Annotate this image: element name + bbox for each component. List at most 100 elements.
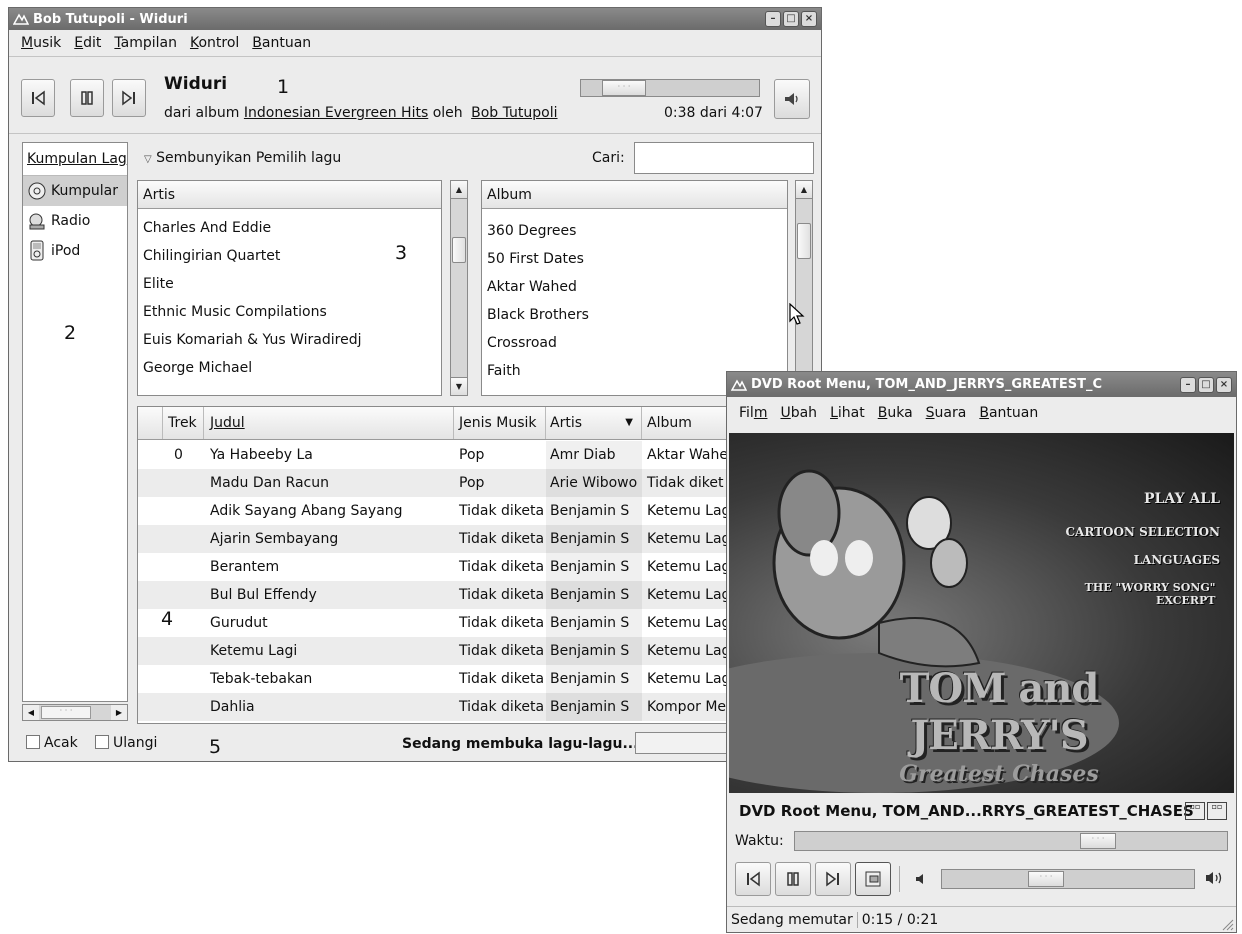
- dvd-menu-item[interactable]: THE "WORRY SONG" EXCERPT: [1065, 581, 1216, 607]
- video-next-button[interactable]: [815, 862, 851, 896]
- sidebar-hscroll[interactable]: ◀ · · · ▶: [22, 704, 128, 721]
- scroll-left-icon[interactable]: ◀: [23, 705, 39, 720]
- artist-scrollbar[interactable]: ▲ ▼: [450, 180, 468, 396]
- menu-item[interactable]: Musik: [21, 35, 61, 51]
- search-input[interactable]: [634, 142, 814, 174]
- album-column-header[interactable]: Album: [482, 181, 787, 209]
- column-title[interactable]: Judul: [204, 407, 454, 439]
- artist-scroll-thumb[interactable]: [452, 237, 466, 263]
- column-genre[interactable]: Jenis Musik: [454, 407, 546, 439]
- volume-button[interactable]: [774, 79, 810, 119]
- speaker-icon: [785, 93, 798, 105]
- menu-item[interactable]: Buka: [878, 405, 913, 421]
- scroll-up-icon[interactable]: ▲: [796, 181, 812, 199]
- window-title: Bob Tutupoli - Widuri: [33, 11, 188, 27]
- playlist-toggle-button[interactable]: [855, 862, 891, 896]
- album-link[interactable]: Indonesian Evergreen Hits: [244, 105, 428, 121]
- seek-slider[interactable]: · · ·: [580, 79, 760, 97]
- menu-mnemonic: L: [830, 405, 838, 421]
- album-row[interactable]: Aktar Wahed: [482, 273, 787, 301]
- hide-browser-label: Sembunyikan Pemilih lagu: [156, 150, 342, 166]
- checkbox-icon: [95, 735, 109, 749]
- artist-row[interactable]: Ethnic Music Compilations: [138, 298, 441, 326]
- video-seek-thumb[interactable]: · · ·: [1080, 833, 1116, 849]
- dvd-indicator-icon: ▫▫ ▫▫: [1185, 802, 1227, 820]
- sidebar-item-label: Kumpular: [51, 183, 118, 199]
- album-row[interactable]: 50 First Dates: [482, 245, 787, 273]
- minimize-icon[interactable]: –: [1180, 376, 1196, 393]
- menu-item[interactable]: Bantuan: [252, 35, 311, 51]
- column-track-no[interactable]: Trek: [162, 407, 204, 439]
- menu-item[interactable]: Lihat: [830, 405, 865, 421]
- artist-row[interactable]: Charles And Eddie: [138, 214, 441, 242]
- track-cell-artist: Benjamin S: [546, 553, 642, 581]
- repeat-label: Ulangi: [113, 735, 158, 751]
- hscroll-thumb[interactable]: · · ·: [41, 706, 91, 719]
- scroll-up-icon[interactable]: ▲: [451, 181, 467, 199]
- menu-item[interactable]: Edit: [74, 35, 101, 51]
- menu-item[interactable]: Ubah: [780, 405, 817, 421]
- close-icon[interactable]: ×: [1216, 376, 1232, 393]
- close-icon[interactable]: ×: [801, 11, 817, 27]
- sort-down-icon: ▼: [625, 417, 633, 428]
- track-cell-title: Ya Habeeby La: [210, 447, 313, 463]
- track-cell-genre: Tidak diketa: [459, 559, 545, 575]
- dvd-menu-item[interactable]: LANGUAGES: [1065, 553, 1220, 567]
- column-artist[interactable]: Artis ▼: [546, 407, 642, 439]
- ipod-icon: [30, 240, 44, 261]
- menu-item[interactable]: Bantuan: [979, 405, 1038, 421]
- seek-thumb[interactable]: · · ·: [602, 80, 646, 96]
- previous-button[interactable]: [21, 79, 55, 117]
- album-row[interactable]: Crossroad: [482, 329, 787, 357]
- scroll-right-icon[interactable]: ▶: [111, 705, 127, 720]
- video-previous-button[interactable]: [735, 862, 771, 896]
- menu-label: antuan: [261, 35, 312, 51]
- menu-label: uka: [887, 405, 913, 421]
- dvd-menu-item[interactable]: CARTOON SELECTION: [1065, 525, 1220, 539]
- scroll-down-icon[interactable]: ▼: [451, 377, 467, 395]
- maximize-icon[interactable]: □: [1198, 376, 1214, 393]
- hide-browser-toggle[interactable]: ▽ Sembunyikan Pemilih lagu: [144, 150, 341, 166]
- track-cell-artist: Amr Diab: [546, 441, 642, 469]
- menu-label: ihat: [837, 405, 865, 421]
- repeat-checkbox[interactable]: Ulangi: [95, 735, 157, 751]
- artist-column-header[interactable]: Artis: [138, 181, 441, 209]
- video-display[interactable]: PLAY ALL CARTOON SELECTION LANGUAGES THE "W…: [729, 433, 1234, 793]
- video-pause-button[interactable]: [775, 862, 811, 896]
- next-button[interactable]: [112, 79, 146, 117]
- shuffle-checkbox[interactable]: Acak: [26, 735, 78, 751]
- time-display: 0:38 dari 4:07: [664, 105, 763, 121]
- menu-item[interactable]: Tampilan: [114, 35, 177, 51]
- video-titlebar[interactable]: DVD Root Menu, TOM_AND_JERRYS_GREATEST_C…: [727, 372, 1236, 397]
- resize-grip-icon[interactable]: [1220, 917, 1234, 931]
- dvd-menu-item[interactable]: PLAY ALL: [1065, 491, 1220, 507]
- artist-row[interactable]: George Michael: [138, 354, 441, 382]
- volume-slider[interactable]: · · ·: [941, 869, 1195, 889]
- search-label: Cari:: [592, 150, 625, 166]
- album-row[interactable]: 360 Degrees: [482, 217, 787, 245]
- sidebar-item-radio[interactable]: Radio: [23, 206, 127, 236]
- volume-thumb[interactable]: · · ·: [1028, 871, 1064, 887]
- track-cell-genre: Tidak diketa: [459, 615, 545, 631]
- column-artist-label: Artis: [550, 415, 583, 431]
- sidebar-item-library[interactable]: Kumpular: [23, 176, 127, 206]
- video-seek-slider[interactable]: · · ·: [794, 831, 1228, 851]
- minimize-icon[interactable]: –: [765, 11, 781, 27]
- pause-button[interactable]: [70, 79, 104, 117]
- album-scroll-thumb[interactable]: [797, 223, 811, 259]
- menu-item[interactable]: Kontrol: [190, 35, 239, 51]
- sidebar-item-ipod[interactable]: iPod: [23, 236, 127, 266]
- menu-item[interactable]: Film: [739, 405, 767, 421]
- artist-row[interactable]: Euis Komariah & Yus Wiradiredj: [138, 326, 441, 354]
- sidebar-header[interactable]: Kumpulan Lag: [23, 143, 127, 176]
- menu-label: ontrol: [198, 35, 240, 51]
- music-titlebar[interactable]: Bob Tutupoli - Widuri – □ ×: [9, 8, 821, 30]
- album-list: Album 360 Degrees 50 First Dates Aktar Wah…: [481, 180, 788, 396]
- artist-link[interactable]: Bob Tutupoli: [471, 105, 557, 121]
- menu-item[interactable]: Suara: [926, 405, 967, 421]
- artist-row[interactable]: Elite: [138, 270, 441, 298]
- maximize-icon[interactable]: □: [783, 11, 799, 27]
- album-scrollbar[interactable]: ▲: [795, 180, 813, 396]
- album-row[interactable]: Black Brothers: [482, 301, 787, 329]
- video-player-window: DVD Root Menu, TOM_AND_JERRYS_GREATEST_C…: [726, 371, 1237, 933]
